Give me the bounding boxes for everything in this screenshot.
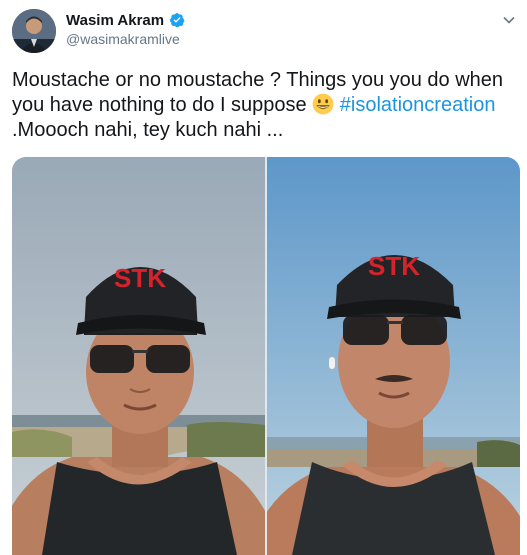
author-name-row: Wasim Akram [66,11,185,29]
cap-logo-text: STK [114,263,166,293]
tweet-text-continuation: .Moooch nahi, tey kuch nahi ... [12,119,284,141]
verified-badge-icon [170,13,185,28]
profile-avatar-icon [12,9,56,53]
tweet-card: Wasim Akram @wasimakramlive Moustache or… [0,0,527,555]
tweet-media: STK STK [12,157,520,555]
photo-left[interactable]: STK [12,157,265,555]
tweet-text: Moustache or no moustache ? Things you y… [12,68,520,143]
author-display-name[interactable]: Wasim Akram [66,12,164,29]
photo-right[interactable]: STK [267,157,520,555]
selfie-photo-right: STK [267,157,520,555]
chevron-down-icon[interactable] [501,12,517,28]
cap-logo-text: STK [368,251,420,281]
grinning-face-emoji-icon [312,93,334,115]
hashtag-link[interactable]: #isolationcreation [340,94,496,116]
author-handle[interactable]: @wasimakramlive [66,31,180,47]
avatar[interactable] [12,9,56,53]
selfie-photo-left: STK [12,157,265,555]
